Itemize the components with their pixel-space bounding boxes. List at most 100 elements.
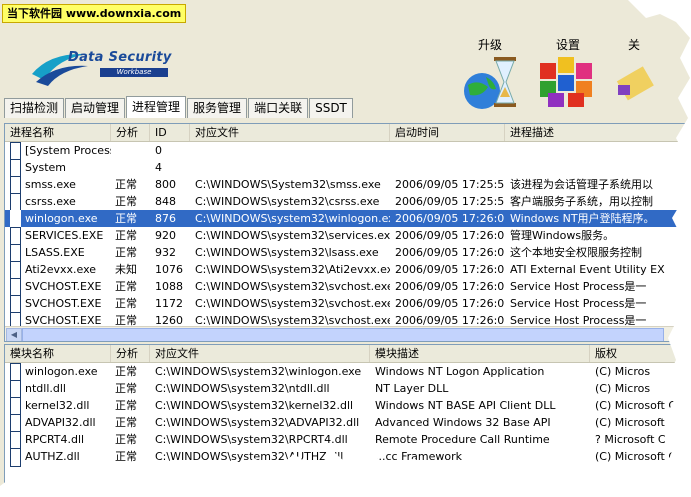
process-row[interactable]: System 4 [5, 159, 689, 178]
col-description[interactable]: 进程描述 [505, 124, 689, 141]
cell-id: 1076 [155, 263, 183, 276]
cell-copyright: ? Microsoft C [595, 433, 666, 446]
scroll-left-icon[interactable]: ◀ [6, 328, 22, 341]
cell-desc: Windows NT BASE API Client DLL [375, 399, 556, 412]
settings-button[interactable]: 设置 [536, 36, 600, 114]
cell-time [395, 159, 505, 176]
col-module-analysis[interactable]: 分析 [111, 345, 150, 362]
cell-desc [510, 159, 689, 176]
process-row[interactable]: SVCHOST.EXE 正常 1172 C:\WINDOWS\system32\svc… [5, 295, 689, 314]
main-tabs: 扫描检测 启动管理 进程管理 服务管理 端口关联 SSDT [4, 96, 354, 118]
cell-analysis: 正常 [115, 382, 137, 395]
cell-id: 932 [155, 246, 176, 259]
col-analysis[interactable]: 分析 [111, 124, 150, 141]
cell-analysis [115, 142, 150, 159]
cell-id: 876 [155, 212, 176, 225]
cell-name: [System Process] [25, 144, 111, 157]
scroll-thumb[interactable] [22, 328, 664, 341]
cell-desc: 客户端服务子系统，用以控制 [510, 195, 653, 208]
cell-time: 2006/09/05 17:25:58 [395, 195, 505, 208]
cell-analysis: 正常 [115, 212, 137, 225]
cell-file: C:\WINDOWS\system32\services.exe [195, 229, 390, 242]
process-row[interactable]: SERVICES.EXE 正常 920 C:\WINDOWS\system32\ser… [5, 227, 689, 246]
cell-id: 848 [155, 195, 176, 208]
cell-name: SVCHOST.EXE [25, 297, 102, 310]
tab-port[interactable]: 端口关联 [248, 98, 309, 118]
cell-name: LSASS.EXE [25, 246, 85, 259]
cell-time: 2006/09/05 17:26:05 [395, 229, 505, 242]
process-row[interactable]: csrss.exe 正常 848 C:\WINDOWS\system32\csrss.… [5, 193, 689, 212]
cell-time: 2006/09/05 17:26:07 [395, 297, 505, 310]
about-button[interactable]: 关 [614, 36, 654, 114]
cell-file: C:\WINDOWS\system32\ntdll.dll [155, 382, 330, 395]
col-copyright[interactable]: 版权 [590, 345, 689, 362]
about-label: 关 [627, 38, 640, 52]
col-module-name[interactable]: 模块名称 [5, 345, 111, 362]
cell-analysis: 正常 [115, 246, 137, 259]
cell-desc: 这个本地安全权限服务控制 [510, 246, 642, 259]
cell-analysis: 正常 [115, 365, 137, 378]
cell-analysis [115, 159, 150, 176]
logo-text: Data Security [68, 50, 172, 65]
cell-name: ntdll.dll [25, 382, 66, 395]
cell-name: csrss.exe [25, 195, 76, 208]
cell-copyright: (C) Microsoft C [595, 399, 676, 412]
watermark-banner: 当下软件园 www.downxia.com [2, 4, 187, 23]
cell-desc: Remote Procedure Call Runtime [375, 433, 550, 446]
tab-startup[interactable]: 启动管理 [65, 98, 126, 118]
module-row[interactable]: ntdll.dll 正常 C:\WINDOWS\system32\ntdll.dll… [5, 380, 689, 399]
cell-file [195, 142, 390, 159]
app-logo: Data Security Workbase [30, 44, 172, 88]
col-module-file[interactable]: 对应文件 [150, 345, 370, 362]
cell-file: C:\WINDOWS\system32\winlogon.exe [155, 365, 362, 378]
process-list-header: 进程名称 分析 ID 对应文件 启动时间 进程描述 [5, 124, 689, 142]
module-row[interactable]: AUTHZ.dll 正常 C:\WINDOWS\system32\AUTHZ.dll… [5, 448, 689, 467]
process-row[interactable]: smss.exe 正常 800 C:\WINDOWS\System32\smss.ex… [5, 176, 689, 195]
col-module-description[interactable]: 模块描述 [370, 345, 590, 362]
cell-time: 2006/09/05 17:25:55 [395, 178, 505, 191]
process-row[interactable]: winlogon.exe 正常 876 C:\WINDOWS\system32\win… [5, 210, 689, 229]
module-row[interactable]: kernel32.dll 正常 C:\WINDOWS\system32\kernel… [5, 397, 689, 416]
upgrade-button[interactable]: 升级 [458, 36, 522, 114]
col-id[interactable]: ID [150, 124, 190, 141]
cell-name: RPCRT4.dll [25, 433, 85, 446]
tab-ssdt[interactable]: SSDT [309, 98, 353, 118]
app-window: Data Security Workbase 升级 设置 关 当下软件园 www… [0, 0, 691, 497]
cell-file: C:\WINDOWS\system32\RPCRT4.dll [155, 433, 348, 446]
cell-id: 1088 [155, 280, 183, 293]
cell-time: 2006/09/05 17:26:06 [395, 263, 505, 276]
cell-desc [510, 142, 689, 159]
module-row[interactable]: ADVAPI32.dll 正常 C:\WINDOWS\system32\ADVAPI… [5, 414, 689, 433]
tab-scan[interactable]: 扫描检测 [4, 98, 65, 118]
process-row[interactable]: LSASS.EXE 正常 932 C:\WINDOWS\system32\lsass.… [5, 244, 689, 263]
process-hscrollbar[interactable]: ◀ [5, 326, 689, 341]
process-list[interactable]: 进程名称 分析 ID 对应文件 启动时间 进程描述 [System Proces… [4, 123, 690, 342]
cell-analysis: 未知 [115, 263, 137, 276]
cell-analysis: 正常 [115, 229, 137, 242]
process-row[interactable]: [System Process] 0 [5, 142, 689, 161]
process-row[interactable]: Ati2evxx.exe 未知 1076 C:\WINDOWS\system32\At… [5, 261, 689, 280]
cell-file: C:\WINDOWS\system32\lsass.exe [195, 246, 379, 259]
module-row[interactable]: winlogon.exe 正常 C:\WINDOWS\system32\winlog… [5, 363, 689, 382]
cell-id: 4 [155, 161, 162, 174]
cell-time: 2006/09/05 17:26:05 [395, 246, 505, 259]
col-file[interactable]: 对应文件 [190, 124, 390, 141]
cell-analysis: 正常 [115, 297, 137, 310]
cell-analysis: 正常 [115, 178, 137, 191]
col-start-time[interactable]: 启动时间 [390, 124, 505, 141]
cell-id: 920 [155, 229, 176, 242]
cell-name: kernel32.dll [25, 399, 90, 412]
tab-process[interactable]: 进程管理 [126, 96, 187, 118]
cell-file: C:\WINDOWS\system32\winlogon.exe [195, 212, 390, 225]
module-list[interactable]: 模块名称 分析 对应文件 模块描述 版权 winlogon.exe 正常 C:\WI… [4, 344, 690, 497]
cell-name: winlogon.exe [25, 365, 98, 378]
cell-file: C:\WINDOWS\system32\kernel32.dll [155, 399, 354, 412]
tab-service[interactable]: 服务管理 [187, 98, 248, 118]
settings-cubes-icon [540, 57, 592, 107]
upgrade-label: 升级 [477, 38, 502, 52]
cell-name: System [25, 161, 67, 174]
process-row[interactable]: SVCHOST.EXE 正常 1088 C:\WINDOWS\system32\svc… [5, 278, 689, 297]
col-process-name[interactable]: 进程名称 [5, 124, 111, 141]
module-row[interactable]: RPCRT4.dll 正常 C:\WINDOWS\system32\RPCRT4.d… [5, 431, 689, 450]
row-checkbox[interactable] [10, 448, 21, 467]
